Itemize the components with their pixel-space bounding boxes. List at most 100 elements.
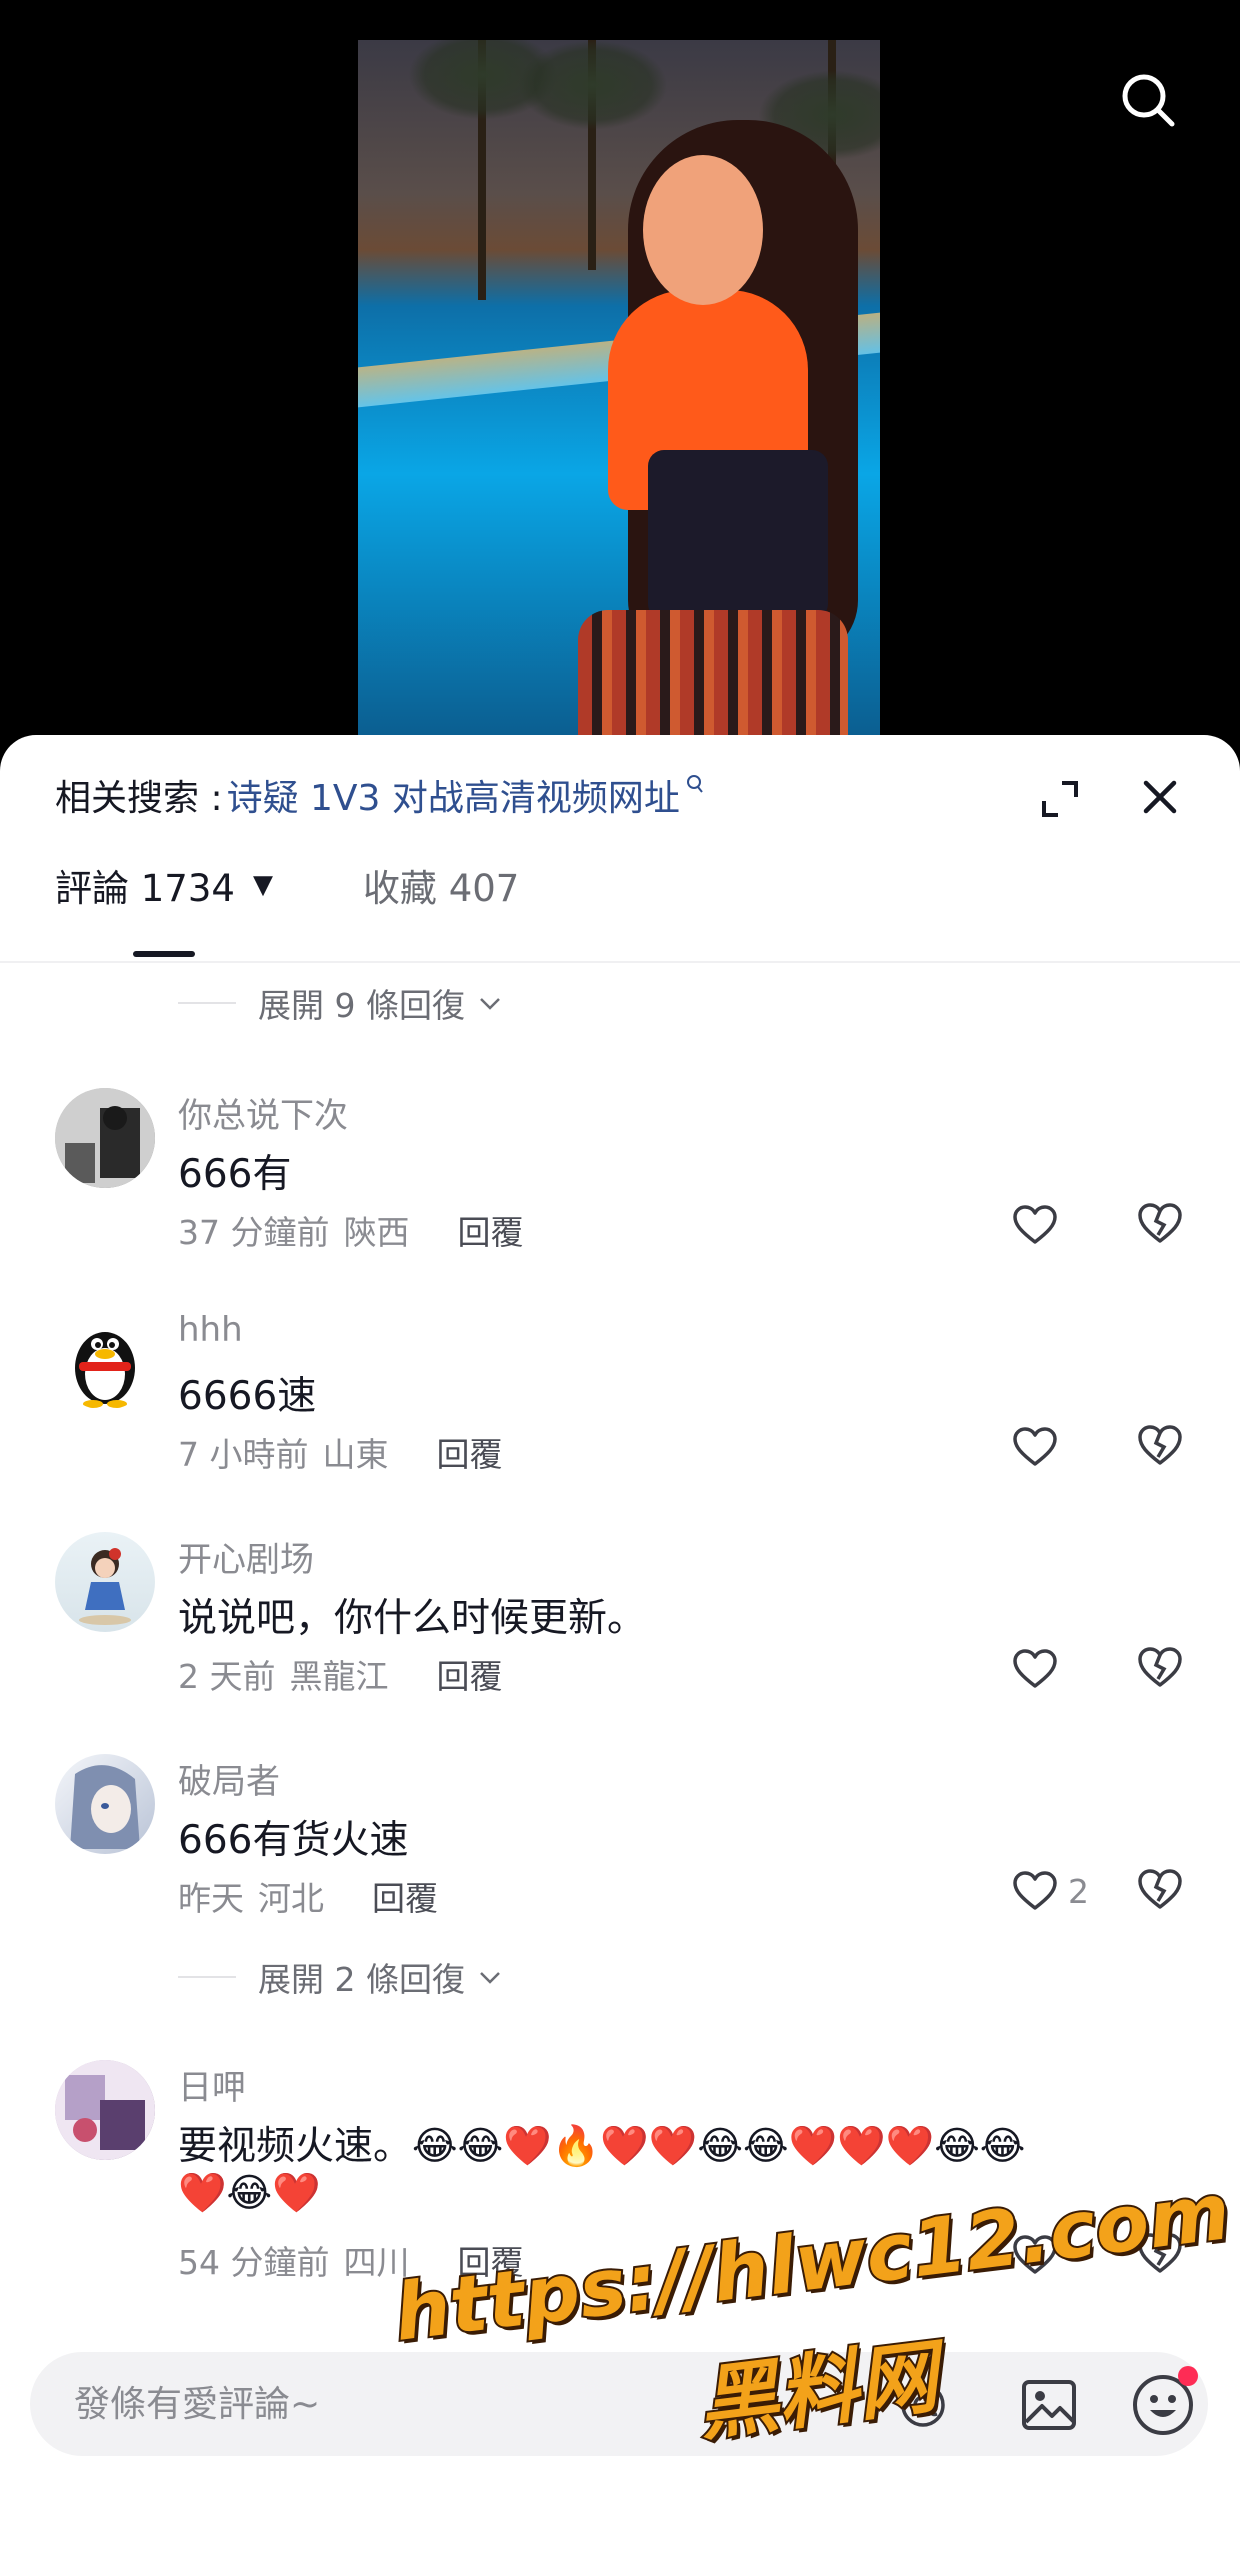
image-icon	[1022, 2380, 1076, 2430]
divider-line	[178, 1002, 236, 1004]
comment-time: 54 分鐘前	[178, 2243, 330, 2282]
avatar[interactable]	[55, 2060, 155, 2160]
notification-dot	[1178, 2366, 1198, 2386]
video-frame[interactable]	[358, 40, 880, 740]
like-button[interactable]	[1012, 1201, 1068, 1249]
comment-meta: 54 分鐘前 四川 回覆	[178, 2236, 523, 2284]
reply-button[interactable]: 回覆	[457, 1206, 523, 1254]
related-search-label: 相关搜索 :	[55, 778, 223, 819]
reply-button[interactable]: 回覆	[372, 1872, 438, 1920]
expand-icon	[1042, 781, 1078, 817]
search-button[interactable]	[1118, 70, 1178, 130]
search-icon	[1122, 74, 1175, 127]
comment-text: 说说吧，你什么时候更新。	[178, 1596, 647, 1641]
comment-text: 666有货火速	[178, 1818, 409, 1863]
caret-down-icon[interactable]: ▼	[253, 870, 273, 900]
avatar[interactable]	[55, 1088, 155, 1188]
like-button[interactable]	[1012, 1423, 1068, 1471]
like-button[interactable]: 2	[1012, 1867, 1089, 1915]
comment-username[interactable]: 日呷	[178, 2060, 246, 2109]
comment-location: 黑龍江	[289, 1657, 389, 1696]
reply-button[interactable]: 回覆	[437, 1428, 503, 1476]
broken-heart-icon	[1138, 1869, 1182, 1909]
like-button[interactable]	[1012, 2231, 1068, 2279]
comment-location: 四川	[343, 2243, 410, 2282]
comment-time: 37 分鐘前	[178, 1213, 330, 1252]
heart-icon	[1013, 2235, 1057, 2274]
divider-line	[178, 1976, 236, 1978]
dislike-button[interactable]	[1136, 2231, 1184, 2279]
comment-meta: 昨天 河北 回覆	[178, 1872, 438, 1920]
tab-comments-label: 評論 1734	[55, 867, 235, 910]
penguin-avatar	[75, 1332, 135, 1408]
comment-text-line-2: ❤️😂❤️	[178, 2171, 321, 2216]
comment-input-bar	[30, 2352, 1208, 2456]
tab-comments[interactable]: 評論 1734 ▼	[55, 858, 273, 912]
chevron-down-icon	[480, 998, 500, 1010]
heart-icon	[1013, 1205, 1057, 1244]
expand-button[interactable]	[1038, 777, 1082, 821]
broken-heart-icon	[1138, 1203, 1182, 1243]
expand-replies-button[interactable]: 展開 9 條回復	[178, 978, 503, 1028]
related-search[interactable]: 相关搜索 : 诗疑 1V3 对战高清视频网址	[55, 765, 704, 825]
video-area[interactable]	[0, 0, 1240, 760]
avatar[interactable]	[55, 1532, 155, 1632]
comment-item: 破局者 666有货火速 昨天 河北 回覆 2	[0, 1754, 1240, 1964]
person-top	[648, 450, 828, 620]
comment-meta: 2 天前 黑龍江 回覆	[178, 1650, 503, 1698]
broken-heart-icon	[1138, 2233, 1182, 2273]
comment-text: 要视频火速。😂😂❤️🔥❤️❤️😂😂❤️❤️❤️😂😂	[178, 2124, 1026, 2169]
comment-time: 2 天前	[178, 1657, 276, 1696]
image-button[interactable]	[1020, 2376, 1078, 2434]
comment-item: 日呷 要视频火速。😂😂❤️🔥❤️❤️😂😂❤️❤️❤️😂😂 ❤️😂❤️ 54 分鐘…	[0, 2060, 1240, 2320]
expand-replies-button[interactable]: 展開 2 條回復	[178, 1952, 503, 2002]
comment-input[interactable]	[74, 2352, 834, 2456]
anime-avatar	[70, 1765, 140, 1849]
chevron-down-icon	[480, 1972, 500, 1984]
comment-username[interactable]: 破局者	[178, 1754, 280, 1803]
palm-leaves	[518, 40, 668, 130]
heart-icon	[1013, 1649, 1057, 1688]
comment-sheet: 相关搜索 : 诗疑 1V3 对战高清视频网址 評論 1734 ▼ 收藏 407 …	[0, 735, 1240, 2560]
comment-location: 河北	[258, 1879, 324, 1918]
broken-heart-icon	[1138, 1425, 1182, 1465]
comment-item: 开心剧场 说说吧，你什么时候更新。 2 天前 黑龍江 回覆	[0, 1532, 1240, 1742]
person-face	[643, 155, 763, 305]
sheet-tabs: 評論 1734 ▼ 收藏 407	[55, 855, 519, 915]
collage-avatar	[55, 2060, 155, 2160]
like-count: 2	[1068, 1871, 1089, 1911]
dislike-button[interactable]	[1136, 1645, 1184, 1693]
dislike-button[interactable]	[1136, 1201, 1184, 1249]
dislike-button[interactable]	[1136, 1867, 1184, 1915]
comment-meta: 7 小時前 山東 回覆	[178, 1428, 503, 1476]
comment-username[interactable]: hhh	[178, 1310, 243, 1350]
related-search-query[interactable]: 诗疑 1V3 对战高清视频网址	[227, 769, 680, 821]
comment-time: 7 小時前	[178, 1435, 309, 1474]
avatar-image	[55, 1088, 155, 1188]
comment-username[interactable]: 你总说下次	[178, 1088, 348, 1137]
close-icon	[1143, 780, 1177, 814]
at-sign-icon	[901, 2383, 945, 2427]
person-skirt	[578, 610, 848, 740]
like-button[interactable]	[1012, 1645, 1068, 1693]
divider	[0, 961, 1240, 963]
tab-favorites[interactable]: 收藏 407	[363, 858, 519, 912]
comment-username[interactable]: 开心剧场	[178, 1532, 314, 1581]
active-tab-indicator	[133, 951, 195, 957]
comment-text: 6666速	[178, 1374, 317, 1419]
reply-button[interactable]: 回覆	[457, 2236, 523, 2284]
avatar[interactable]	[55, 1754, 155, 1854]
expand-replies-label: 展開 9 條回復	[258, 986, 465, 1025]
avatar[interactable]	[55, 1310, 155, 1410]
search-icon	[686, 774, 704, 800]
heart-icon	[1013, 1427, 1057, 1466]
close-button[interactable]	[1140, 777, 1180, 817]
comment-time: 昨天	[178, 1879, 244, 1918]
reply-button[interactable]: 回覆	[437, 1650, 503, 1698]
comment-item: hhh 6666速 7 小時前 山東 回覆	[0, 1310, 1240, 1520]
cartoon-girl-avatar	[79, 1548, 131, 1625]
mention-button[interactable]	[898, 2380, 948, 2430]
dislike-button[interactable]	[1136, 1423, 1184, 1471]
heart-icon	[1013, 1871, 1057, 1910]
comment-text: 666有	[178, 1152, 292, 1197]
